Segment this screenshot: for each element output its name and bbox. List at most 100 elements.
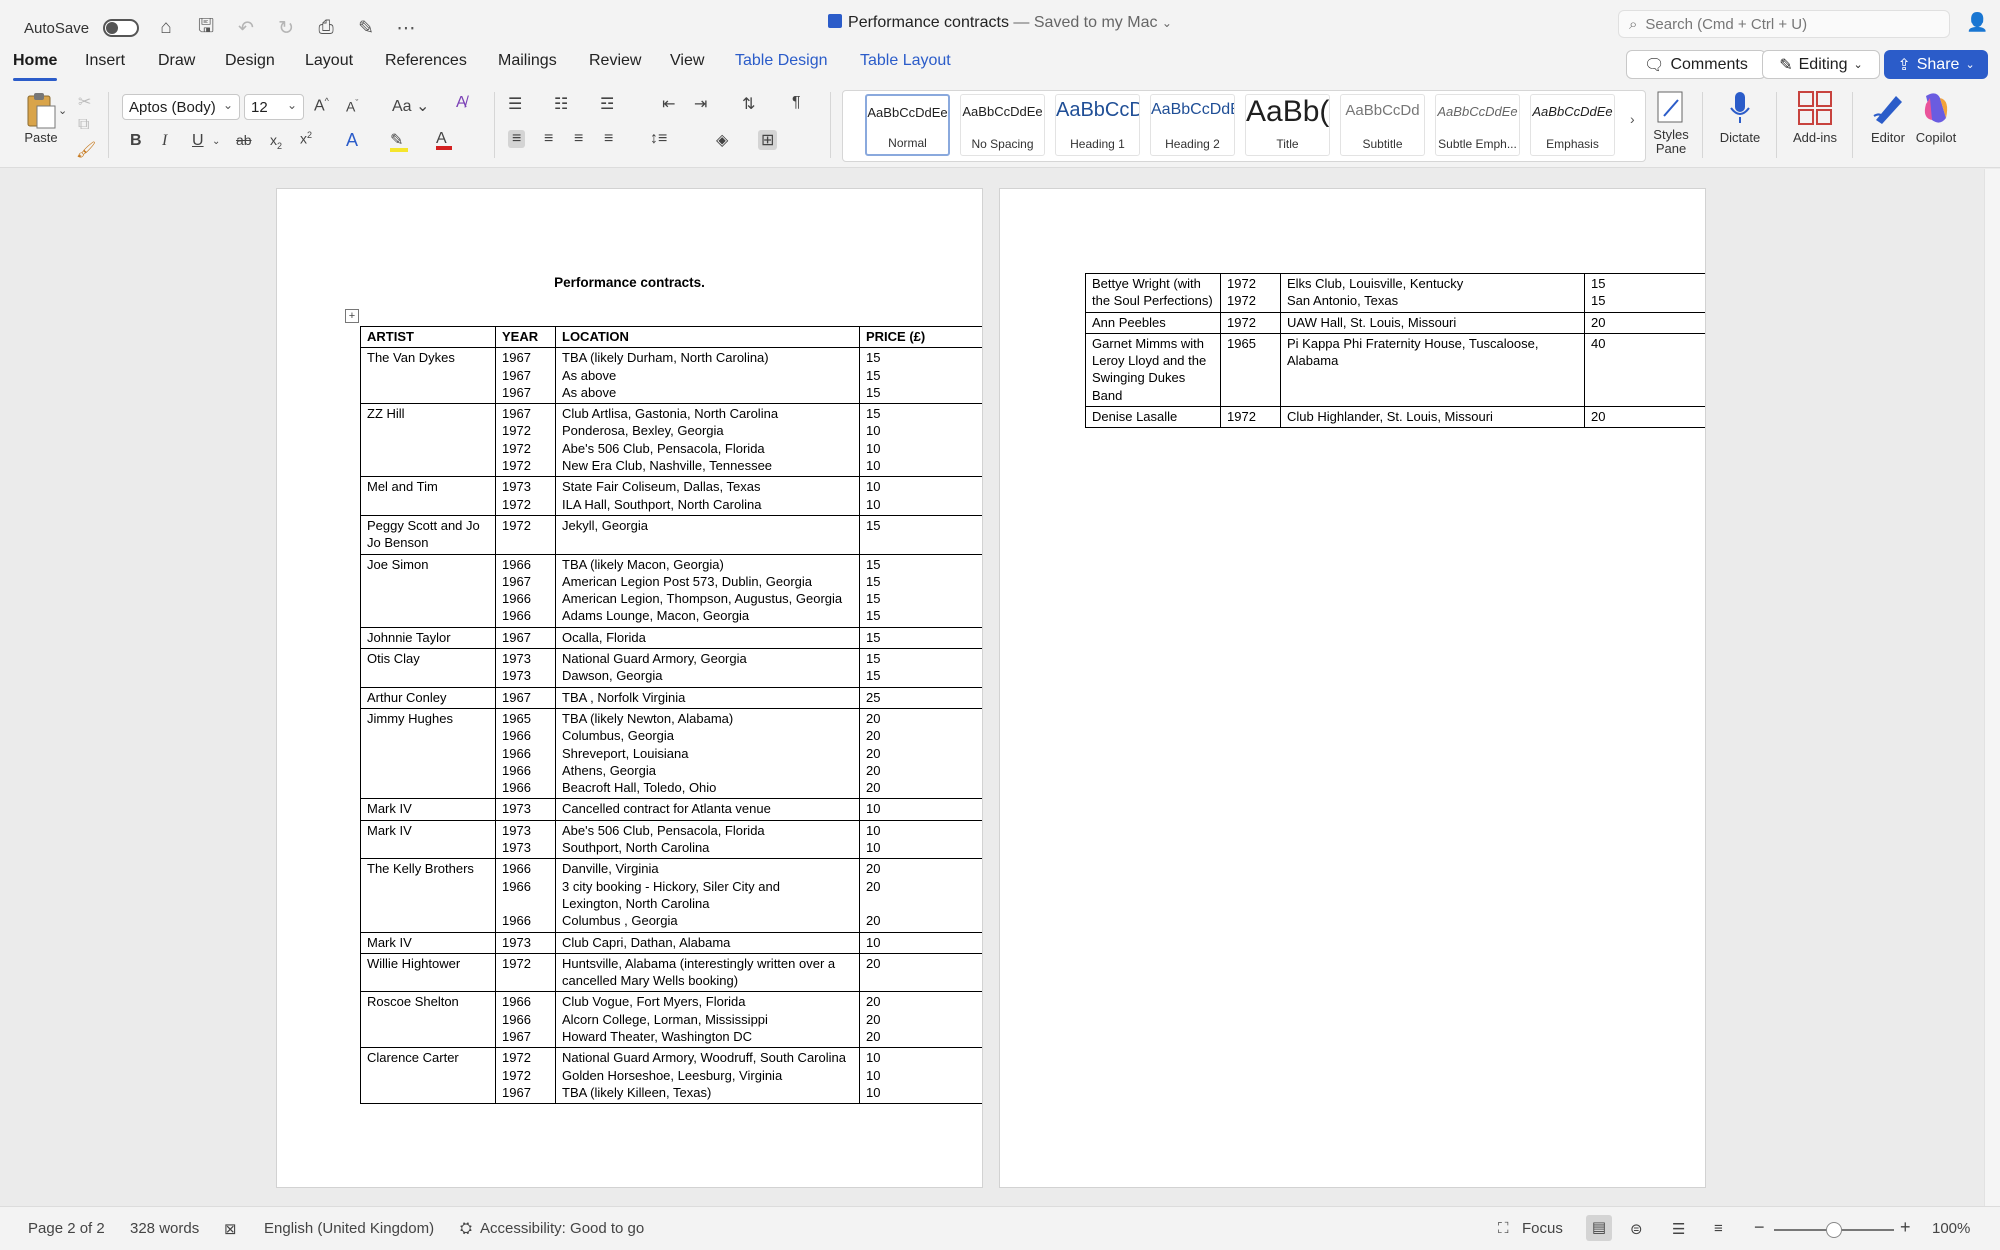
location-cell[interactable]: Abe's 506 Club, Pensacola, Florida Southp… xyxy=(555,819,860,860)
location-cell[interactable]: National Guard Armory, Woodruff, South C… xyxy=(555,1047,860,1105)
language-status[interactable]: English (United Kingdom) xyxy=(264,1220,434,1237)
year-cell[interactable]: 1967 1967 1967 xyxy=(495,347,556,405)
location-cell[interactable]: TBA (likely Newton, Alabama) Columbus, Ge… xyxy=(555,707,860,800)
price-cell[interactable]: 20 xyxy=(1584,406,1705,429)
cut-icon[interactable]: ✂ xyxy=(78,92,91,112)
location-cell[interactable]: State Fair Coliseum, Dallas, Texas ILA Ha… xyxy=(555,476,860,516)
share-button[interactable]: ⇪ Share ⌄ xyxy=(1884,50,1988,79)
vertical-scrollbar[interactable] xyxy=(1984,169,2000,1206)
location-cell[interactable]: Pi Kappa Phi Fraternity House, Tuscaloos… xyxy=(1280,332,1585,408)
word-count[interactable]: 328 words xyxy=(130,1220,199,1237)
location-cell[interactable]: TBA (likely Durham, North Carolina) As ab… xyxy=(555,347,860,405)
price-cell[interactable]: 15 15 15 15 xyxy=(859,553,982,628)
year-cell[interactable]: 1973 xyxy=(495,798,556,821)
page-1[interactable]: Performance contracts. + ARTIST YEAR LOC… xyxy=(276,188,983,1188)
style-heading-1[interactable]: AaBbCcDc Heading 1 xyxy=(1055,94,1140,156)
tab-view[interactable]: View xyxy=(670,52,704,70)
chevron-down-icon[interactable]: ⌄ xyxy=(1162,16,1172,30)
add-ins-button[interactable]: Add-ins xyxy=(1786,90,1844,145)
subscript-icon[interactable]: x2 xyxy=(270,132,282,151)
price-cell[interactable]: 20 20 20 20 20 xyxy=(859,707,982,800)
zoom-out-icon[interactable]: − xyxy=(1754,1217,1765,1238)
year-cell[interactable]: 1972 xyxy=(1220,311,1281,334)
style-subtle-emphasis[interactable]: AaBbCcDdEe Subtle Emph... xyxy=(1435,94,1520,156)
styles-pane-button[interactable]: Styles Pane xyxy=(1648,90,1694,156)
superscript-icon[interactable]: x2 xyxy=(300,130,312,147)
shading-icon[interactable]: ◈ xyxy=(716,130,728,150)
year-cell[interactable]: 1967 xyxy=(495,626,556,650)
price-cell[interactable]: 10 10 xyxy=(859,476,982,516)
page-2[interactable]: Bettye Wright (with the Soul Perfections… xyxy=(999,188,1706,1188)
align-right-icon[interactable]: ≡ xyxy=(574,130,583,148)
print-layout-icon[interactable]: ▤ xyxy=(1586,1215,1612,1241)
focus-button[interactable]: Focus xyxy=(1522,1220,1563,1237)
price-cell[interactable]: 20 xyxy=(1584,311,1705,334)
location-cell[interactable]: Jekyll, Georgia xyxy=(555,514,860,555)
artist-cell[interactable]: Mark IV xyxy=(360,931,496,954)
align-left-icon[interactable]: ≡ xyxy=(508,130,526,148)
autosave-toggle[interactable] xyxy=(103,19,140,37)
artist-cell[interactable]: Garnet Mimms with Leroy Lloyd and the Sw… xyxy=(1085,332,1221,408)
outline-view-icon[interactable]: ☰ xyxy=(1672,1220,1685,1238)
chevron-right-icon[interactable]: › xyxy=(1630,111,1635,127)
multilevel-list-icon[interactable]: ☲ xyxy=(600,94,614,114)
copilot-button[interactable]: Copilot xyxy=(1910,90,1962,145)
artist-cell[interactable]: The Van Dykes xyxy=(360,347,496,405)
year-cell[interactable]: 1972 1972 1967 xyxy=(495,1047,556,1105)
clear-formatting-icon[interactable]: A̸ xyxy=(456,94,467,112)
search-input[interactable]: ⌕ Search (Cmd + Ctrl + U) xyxy=(1618,10,1950,38)
year-cell[interactable]: 1965 xyxy=(1220,332,1281,408)
print-icon[interactable]: ⎙ xyxy=(313,17,339,39)
artist-cell[interactable]: Arthur Conley xyxy=(360,686,496,709)
style-normal[interactable]: AaBbCcDdEe Normal xyxy=(865,94,950,156)
paste-button[interactable]: Paste xyxy=(14,90,68,145)
align-center-icon[interactable]: ≡ xyxy=(544,130,553,148)
location-cell[interactable]: Club Artlisa, Gastonia, North Carolina Po… xyxy=(555,403,860,478)
style-heading-2[interactable]: AaBbCcDdE Heading 2 xyxy=(1150,94,1235,156)
year-cell[interactable]: 1965 1966 1966 1966 1966 xyxy=(495,707,556,800)
artist-cell[interactable]: Willie Hightower xyxy=(360,952,496,993)
grow-font-icon[interactable]: A^ xyxy=(314,96,329,115)
copy-icon[interactable]: ⧉ xyxy=(78,116,89,134)
price-cell[interactable]: 20 20 20 xyxy=(859,858,982,933)
customize-pen-icon[interactable]: ✎ xyxy=(353,17,379,40)
undo-icon[interactable]: ↶ xyxy=(233,17,259,40)
price-cell[interactable]: 15 15 xyxy=(1584,273,1705,313)
year-cell[interactable]: 1973 xyxy=(495,931,556,954)
location-cell[interactable]: National Guard Armory, Georgia Dawson, Ge… xyxy=(555,648,860,688)
artist-cell[interactable]: Peggy Scott and Jo Jo Benson xyxy=(360,514,496,555)
show-formatting-icon[interactable]: ¶ xyxy=(792,94,801,112)
artist-cell[interactable]: Denise Lasalle xyxy=(1085,406,1221,429)
price-cell[interactable]: 40 xyxy=(1584,332,1705,408)
zoom-level[interactable]: 100% xyxy=(1932,1220,1970,1237)
year-cell[interactable]: 1972 xyxy=(495,952,556,993)
font-color-icon[interactable]: A xyxy=(436,130,452,150)
year-cell[interactable]: 1966 1966 1967 xyxy=(495,991,556,1049)
tab-insert[interactable]: Insert xyxy=(85,52,125,70)
tab-table-layout[interactable]: Table Layout xyxy=(860,52,951,70)
tab-table-design[interactable]: Table Design xyxy=(735,52,828,70)
location-cell[interactable]: TBA (likely Macon, Georgia) American Legi… xyxy=(555,553,860,628)
proofing-icon[interactable]: ⊠ xyxy=(224,1220,237,1238)
year-cell[interactable]: 1967 xyxy=(495,686,556,709)
style-subtitle[interactable]: AaBbCcDd Subtitle xyxy=(1340,94,1425,156)
highlight-icon[interactable]: ✎ xyxy=(390,130,408,152)
redo-icon[interactable]: ↻ xyxy=(273,17,299,40)
artist-cell[interactable]: Joe Simon xyxy=(360,553,496,628)
price-cell[interactable]: 25 xyxy=(859,686,982,709)
tab-layout[interactable]: Layout xyxy=(305,52,353,70)
location-cell[interactable]: UAW Hall, St. Louis, Missouri xyxy=(1280,311,1585,334)
dictate-button[interactable]: Dictate xyxy=(1712,90,1768,145)
price-cell[interactable]: 20 xyxy=(859,952,982,993)
location-cell[interactable]: Cancelled contract for Atlanta venue xyxy=(555,798,860,821)
tab-home[interactable]: Home xyxy=(13,52,58,81)
year-cell[interactable]: 1973 1972 xyxy=(495,476,556,516)
page-count[interactable]: Page 2 of 2 xyxy=(28,1220,105,1237)
location-cell[interactable]: Huntsville, Alabama (interestingly writt… xyxy=(555,952,860,993)
price-cell[interactable]: 10 xyxy=(859,798,982,821)
editing-button[interactable]: ✎ Editing ⌄ xyxy=(1762,50,1880,79)
artist-cell[interactable]: Ann Peebles xyxy=(1085,311,1221,334)
numbering-icon[interactable]: ☷ xyxy=(554,94,568,114)
artist-cell[interactable]: Mel and Tim xyxy=(360,476,496,516)
strikethrough-icon[interactable]: ab xyxy=(236,132,252,148)
